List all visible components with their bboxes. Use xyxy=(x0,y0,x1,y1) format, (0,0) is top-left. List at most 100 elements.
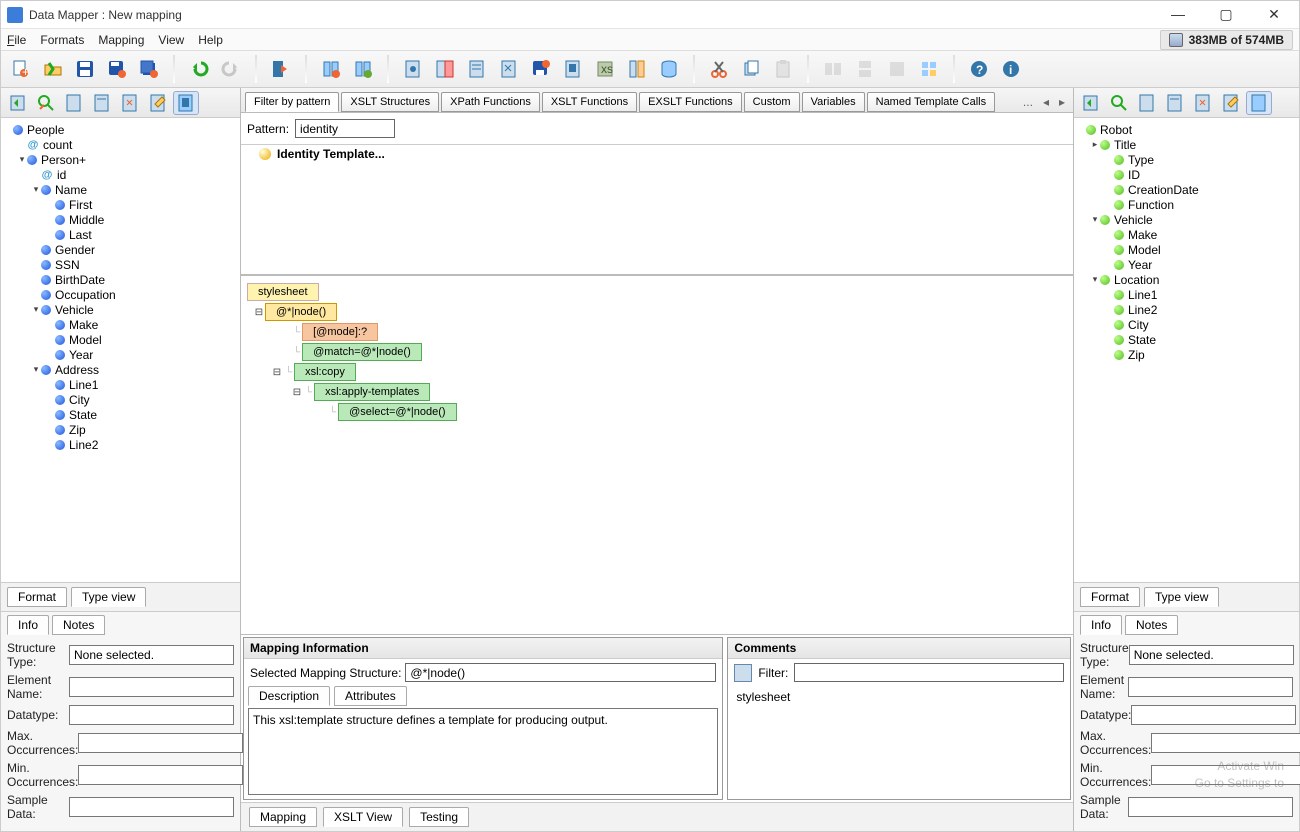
tree-node[interactable]: First xyxy=(3,197,238,212)
tool-a2[interactable] xyxy=(349,55,377,83)
left-tool-3[interactable] xyxy=(61,91,87,115)
tree-node[interactable]: Make xyxy=(3,317,238,332)
tabs-right-icon[interactable]: ▸ xyxy=(1055,93,1069,111)
menu-help[interactable]: Help xyxy=(198,33,223,47)
tree-node[interactable]: BirthDate xyxy=(3,272,238,287)
tool-b4[interactable] xyxy=(495,55,523,83)
tool-b2[interactable] xyxy=(431,55,459,83)
tab-format[interactable]: Format xyxy=(7,587,67,607)
xslt-apply[interactable]: xsl:apply-templates xyxy=(314,383,430,401)
tab-typeview-r[interactable]: Type view xyxy=(1144,587,1219,607)
tab-typeview[interactable]: Type view xyxy=(71,587,146,607)
menu-formats[interactable]: Formats xyxy=(40,33,84,47)
tab-attributes[interactable]: Attributes xyxy=(334,686,407,706)
center-tab[interactable]: XSLT Structures xyxy=(341,92,439,112)
tree-node[interactable]: ▾Name xyxy=(3,182,238,197)
tabs-left-icon[interactable]: ◂ xyxy=(1039,93,1053,111)
pattern-input[interactable] xyxy=(295,119,395,138)
center-tab[interactable]: XSLT Functions xyxy=(542,92,637,112)
center-tab[interactable]: Custom xyxy=(744,92,800,112)
minimize-button[interactable]: — xyxy=(1163,6,1193,23)
tab-format-r[interactable]: Format xyxy=(1080,587,1140,607)
menu-mapping[interactable]: Mapping xyxy=(98,33,144,47)
tool-d1[interactable] xyxy=(819,55,847,83)
tree-node[interactable]: Line2 xyxy=(3,437,238,452)
right-tree[interactable]: Robot▸TitleTypeIDCreationDateFunction▾Ve… xyxy=(1074,118,1299,582)
tree-node[interactable]: Year xyxy=(1076,257,1297,272)
tool-b1[interactable] xyxy=(399,55,427,83)
pattern-result[interactable]: Identity Template... xyxy=(241,145,1073,169)
element-name-field[interactable] xyxy=(69,677,234,697)
toggle-icon[interactable]: ⊟ xyxy=(253,307,265,318)
xslt-match[interactable]: @match=@*|node() xyxy=(302,343,422,361)
right-tool-7[interactable] xyxy=(1246,91,1272,115)
menu-view[interactable]: View xyxy=(158,33,184,47)
menu-file[interactable]: File xyxy=(7,33,26,47)
tree-node[interactable]: ID xyxy=(1076,167,1297,182)
tool-d2[interactable] xyxy=(851,55,879,83)
center-tab[interactable]: XPath Functions xyxy=(441,92,540,112)
xslt-select[interactable]: @select=@*|node() xyxy=(338,403,456,421)
left-tool-1[interactable] xyxy=(5,91,31,115)
copy-button[interactable] xyxy=(737,55,765,83)
min-occ-field[interactable] xyxy=(78,765,243,785)
tree-node[interactable]: ▾Vehicle xyxy=(1076,212,1297,227)
max-occ-field[interactable] xyxy=(78,733,243,753)
sample-field[interactable] xyxy=(69,797,234,817)
center-tab[interactable]: Named Template Calls xyxy=(867,92,995,112)
tool-a1[interactable] xyxy=(317,55,345,83)
tree-node[interactable]: Model xyxy=(3,332,238,347)
datatype-field[interactable] xyxy=(69,705,234,725)
toggle-icon[interactable]: ▾ xyxy=(31,185,41,195)
element-name-field-r[interactable] xyxy=(1128,677,1293,697)
tab-info-r[interactable]: Info xyxy=(1080,615,1122,635)
structure-type-field-r[interactable] xyxy=(1129,645,1294,665)
info-button[interactable]: i xyxy=(997,55,1025,83)
tree-node[interactable]: Middle xyxy=(3,212,238,227)
left-tool-7[interactable] xyxy=(173,91,199,115)
tree-node[interactable]: Gender xyxy=(3,242,238,257)
toggle-icon[interactable]: ⊟ xyxy=(271,367,283,378)
tree-node[interactable]: @id xyxy=(3,167,238,182)
tool-b7[interactable]: xs xyxy=(591,55,619,83)
undo-button[interactable] xyxy=(185,55,213,83)
save-button[interactable] xyxy=(71,55,99,83)
tree-node[interactable]: ▾Address xyxy=(3,362,238,377)
right-tool-3[interactable] xyxy=(1134,91,1160,115)
left-tool-4[interactable] xyxy=(89,91,115,115)
xslt-stylesheet[interactable]: stylesheet xyxy=(247,283,319,301)
tool-b3[interactable] xyxy=(463,55,491,83)
structure-type-field[interactable] xyxy=(69,645,234,665)
tool-d4[interactable] xyxy=(915,55,943,83)
filter-input[interactable] xyxy=(794,663,1064,682)
tab-notes[interactable]: Notes xyxy=(52,615,105,635)
toggle-icon[interactable]: ▸ xyxy=(1090,140,1100,150)
tab-testing[interactable]: Testing xyxy=(409,807,469,827)
tool-b6[interactable] xyxy=(559,55,587,83)
tab-notes-r[interactable]: Notes xyxy=(1125,615,1178,635)
tool-b5[interactable] xyxy=(527,55,555,83)
tabs-more[interactable]: ... xyxy=(1019,93,1037,111)
datatype-field-r[interactable] xyxy=(1131,705,1296,725)
right-tool-5[interactable] xyxy=(1190,91,1216,115)
left-tool-6[interactable] xyxy=(145,91,171,115)
tree-node[interactable]: Year xyxy=(3,347,238,362)
toggle-icon[interactable]: ⊟ xyxy=(291,387,303,398)
tree-node[interactable]: @count xyxy=(3,137,238,152)
paste-button[interactable] xyxy=(769,55,797,83)
center-tab[interactable]: EXSLT Functions xyxy=(639,92,742,112)
tree-node[interactable]: Line1 xyxy=(3,377,238,392)
tree-node[interactable]: CreationDate xyxy=(1076,182,1297,197)
tool-d3[interactable] xyxy=(883,55,911,83)
toggle-icon[interactable]: ▾ xyxy=(1090,215,1100,225)
maximize-button[interactable]: ▢ xyxy=(1211,6,1241,23)
tree-node[interactable]: Last xyxy=(3,227,238,242)
tree-node[interactable]: Line1 xyxy=(1076,287,1297,302)
tree-node[interactable]: ▾Vehicle xyxy=(3,302,238,317)
tree-node[interactable]: City xyxy=(1076,317,1297,332)
right-tool-4[interactable] xyxy=(1162,91,1188,115)
tree-node[interactable]: People xyxy=(3,122,238,137)
tree-node[interactable]: Occupation xyxy=(3,287,238,302)
tree-node[interactable]: Zip xyxy=(1076,347,1297,362)
left-tool-5[interactable] xyxy=(117,91,143,115)
